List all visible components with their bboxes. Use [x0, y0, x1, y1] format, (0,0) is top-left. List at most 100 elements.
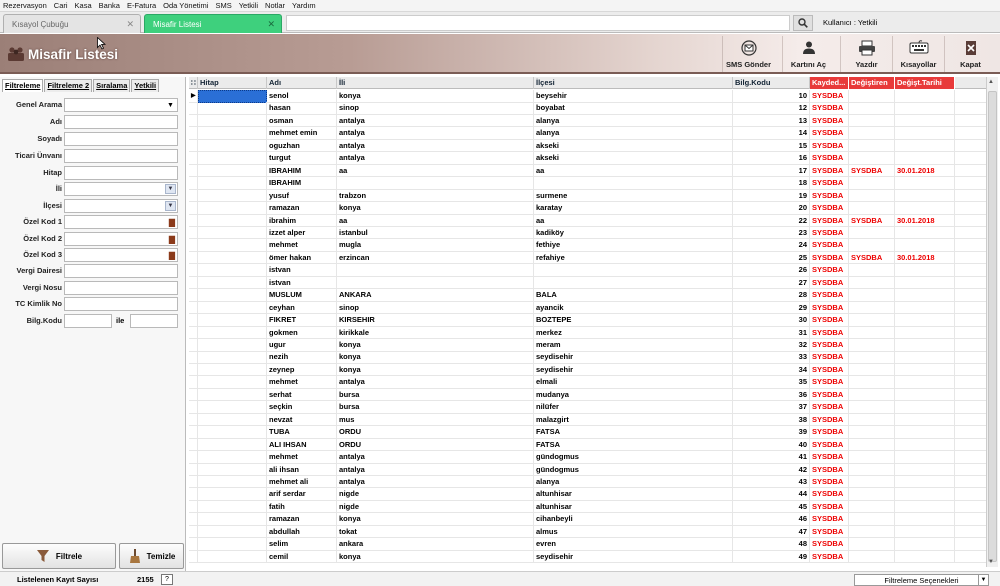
- title-cell[interactable]: [198, 401, 267, 414]
- title-cell[interactable]: [198, 550, 267, 564]
- table-row[interactable]: ibrahim aa aa 22 SYSDBA SYSDBA 30.01.2018: [189, 214, 986, 227]
- book-icon[interactable]: ▇: [169, 251, 175, 260]
- name-cell[interactable]: oguzhan: [267, 139, 337, 153]
- district-cell[interactable]: meram: [534, 339, 733, 352]
- city-select[interactable]: ▼: [64, 182, 178, 196]
- name-cell[interactable]: mehmet emin: [267, 127, 337, 140]
- info-code-cell[interactable]: 27: [733, 276, 810, 290]
- city-cell[interactable]: [337, 276, 534, 290]
- district-cell[interactable]: altunhisar: [534, 500, 733, 514]
- changed-by-cell[interactable]: [849, 102, 895, 115]
- title-cell[interactable]: [198, 226, 267, 240]
- name-cell[interactable]: MUSLUM: [267, 289, 337, 302]
- info-code-cell[interactable]: 47: [733, 525, 810, 539]
- search-icon[interactable]: [793, 15, 813, 31]
- city-cell[interactable]: konya: [337, 550, 534, 564]
- saved-by-cell[interactable]: SYSDBA: [810, 525, 849, 539]
- info-code-cell[interactable]: 28: [733, 289, 810, 302]
- info-code-cell[interactable]: 25: [733, 251, 810, 265]
- district-cell[interactable]: alanya: [534, 475, 733, 489]
- saved-by-cell[interactable]: SYSDBA: [810, 550, 849, 564]
- change-date-cell[interactable]: [895, 388, 955, 402]
- clear-button[interactable]: Temizle: [119, 543, 184, 569]
- district-cell[interactable]: aa: [534, 164, 733, 178]
- saved-by-cell[interactable]: SYSDBA: [810, 202, 849, 215]
- changed-by-cell[interactable]: [849, 239, 895, 252]
- city-cell[interactable]: nigde: [337, 488, 534, 501]
- district-cell[interactable]: seydisehir: [534, 550, 733, 564]
- name-cell[interactable]: ceyhan: [267, 301, 337, 315]
- city-cell[interactable]: kirikkale: [337, 326, 534, 340]
- city-cell[interactable]: mus: [337, 413, 534, 427]
- saved-by-cell[interactable]: SYSDBA: [810, 339, 849, 352]
- changed-by-cell[interactable]: [849, 525, 895, 539]
- city-cell[interactable]: antalya: [337, 451, 534, 464]
- title-cell[interactable]: [198, 513, 267, 526]
- title-cell[interactable]: [198, 289, 267, 302]
- city-cell[interactable]: KIRSEHIR: [337, 314, 534, 327]
- change-date-cell[interactable]: [895, 438, 955, 452]
- info-code-cell[interactable]: 45: [733, 500, 810, 514]
- table-row[interactable]: osman antalya alanya 13 SYSDBA: [189, 114, 986, 128]
- info-code-cell[interactable]: 29: [733, 301, 810, 315]
- saved-by-cell[interactable]: SYSDBA: [810, 438, 849, 452]
- info-code-cell[interactable]: 39: [733, 426, 810, 439]
- change-date-cell[interactable]: [895, 264, 955, 277]
- title-cell[interactable]: [198, 251, 267, 265]
- title-cell[interactable]: [198, 214, 267, 227]
- table-row[interactable]: turgut antalya akseki 16 SYSDBA: [189, 152, 986, 165]
- name-cell[interactable]: ibrahim: [267, 214, 337, 227]
- city-cell[interactable]: sinop: [337, 301, 534, 315]
- name-cell[interactable]: IBRAHIM: [267, 177, 337, 190]
- title-cell[interactable]: [198, 202, 267, 215]
- change-date-cell[interactable]: [895, 376, 955, 389]
- city-cell[interactable]: bursa: [337, 388, 534, 402]
- district-cell[interactable]: gündogmus: [534, 451, 733, 464]
- table-row[interactable]: ugur konya meram 32 SYSDBA: [189, 339, 986, 352]
- changed-by-cell[interactable]: [849, 426, 895, 439]
- info-code-cell[interactable]: 26: [733, 264, 810, 277]
- district-cell[interactable]: akseki: [534, 152, 733, 165]
- name-cell[interactable]: ali ihsan: [267, 463, 337, 476]
- change-date-cell[interactable]: [895, 326, 955, 340]
- changed-by-cell[interactable]: [849, 289, 895, 302]
- district-cell[interactable]: gündogmus: [534, 463, 733, 476]
- column-header-changed-by[interactable]: Değiştiren: [849, 77, 895, 89]
- info-code-cell[interactable]: 30: [733, 314, 810, 327]
- tab-filtering-2[interactable]: Filtreleme 2: [44, 79, 93, 92]
- table-row[interactable]: selim ankara evren 48 SYSDBA: [189, 538, 986, 551]
- scroll-down-icon[interactable]: ▼: [988, 559, 994, 565]
- menu-item[interactable]: Oda Yönetimi: [163, 1, 208, 10]
- title-cell[interactable]: [198, 239, 267, 252]
- column-header-city[interactable]: İli: [337, 77, 534, 89]
- book-icon[interactable]: ▇: [169, 218, 175, 227]
- table-row[interactable]: MUSLUM ANKARA BALA 28 SYSDBA: [189, 289, 986, 302]
- title-cell[interactable]: [198, 139, 267, 153]
- saved-by-cell[interactable]: SYSDBA: [810, 214, 849, 227]
- column-header-district[interactable]: İlçesi: [534, 77, 733, 89]
- info-code-cell[interactable]: 49: [733, 550, 810, 564]
- info-code-cell[interactable]: 33: [733, 351, 810, 364]
- changed-by-cell[interactable]: [849, 189, 895, 203]
- changed-by-cell[interactable]: [849, 314, 895, 327]
- change-date-cell[interactable]: [895, 177, 955, 190]
- district-cell[interactable]: refahiye: [534, 251, 733, 265]
- city-cell[interactable]: antalya: [337, 152, 534, 165]
- scroll-up-icon[interactable]: ▲: [988, 79, 994, 85]
- changed-by-cell[interactable]: [849, 339, 895, 352]
- title-cell[interactable]: [198, 189, 267, 203]
- name-cell[interactable]: ömer hakan: [267, 251, 337, 265]
- tab-sorting[interactable]: Sıralama: [93, 79, 131, 92]
- help-button[interactable]: ?: [161, 574, 173, 585]
- change-date-cell[interactable]: [895, 363, 955, 377]
- saved-by-cell[interactable]: SYSDBA: [810, 251, 849, 265]
- change-date-cell[interactable]: [895, 351, 955, 364]
- table-row[interactable]: seçkin bursa nilüfer 37 SYSDBA: [189, 401, 986, 414]
- name-cell[interactable]: mehmet: [267, 239, 337, 252]
- name-cell[interactable]: mehmet: [267, 451, 337, 464]
- info-code-cell[interactable]: 31: [733, 326, 810, 340]
- changed-by-cell[interactable]: [849, 550, 895, 564]
- change-date-cell[interactable]: [895, 488, 955, 501]
- saved-by-cell[interactable]: SYSDBA: [810, 413, 849, 427]
- changed-by-cell[interactable]: [849, 438, 895, 452]
